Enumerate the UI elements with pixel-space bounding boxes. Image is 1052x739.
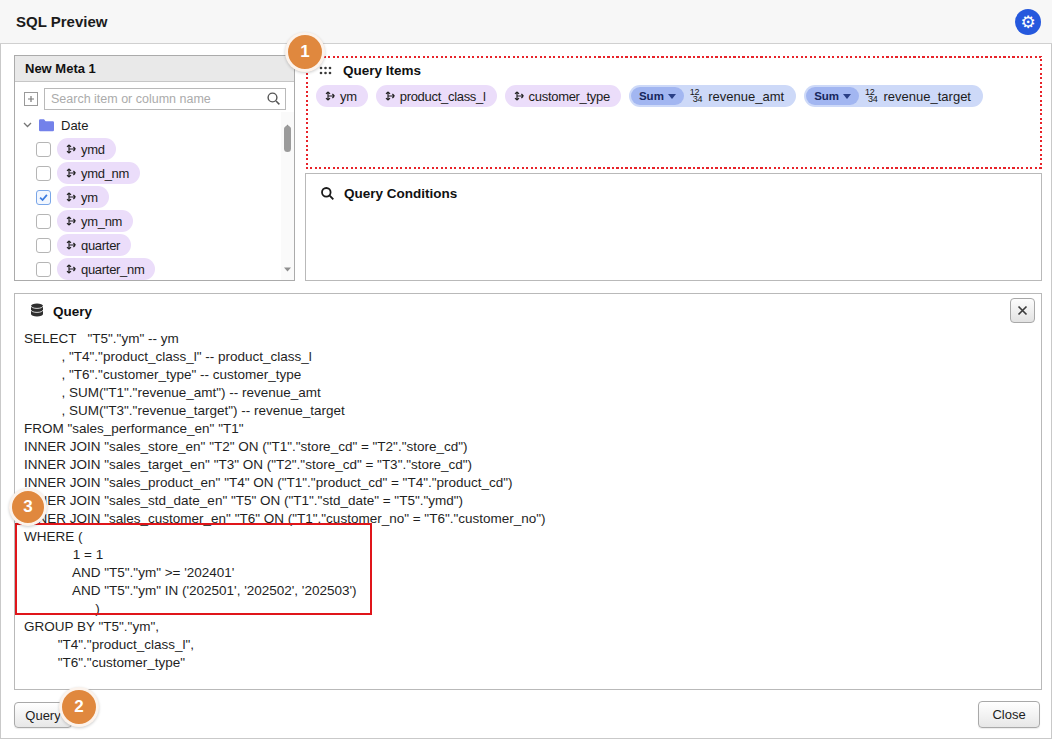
conditions-search-icon — [320, 186, 335, 201]
query-item-pill[interactable]: customer_type — [505, 85, 621, 107]
dimension-arrows-icon — [65, 263, 77, 275]
meta-panel-title: New Meta 1 — [15, 56, 294, 82]
sql-line: FROM "sales_performance_en" "T1" — [24, 420, 546, 438]
tree-item-ym_nm: ym_nm — [15, 209, 294, 233]
query-items-title: Query Items — [343, 63, 421, 78]
sql-line: "T6"."customer_type" — [24, 654, 546, 672]
step-1-badge: 1 — [285, 32, 325, 72]
sql-line: "T4"."product_class_l", — [24, 636, 546, 654]
field-pill[interactable]: ymd — [57, 138, 116, 160]
checkbox[interactable] — [36, 142, 51, 157]
sql-line: INNER JOIN "sales_target_en" "T3" ON ("T… — [24, 456, 546, 474]
query-conditions-panel: Query Conditions — [305, 173, 1042, 281]
checkbox[interactable] — [36, 190, 51, 205]
aggregation-dropdown[interactable]: Sum — [806, 87, 859, 105]
dimension-arrows-icon — [65, 143, 77, 155]
query-measure-pill[interactable]: Sum1234revenue_target — [804, 85, 983, 107]
dimension-arrows-icon — [65, 239, 77, 251]
field-pill[interactable]: ym_nm — [57, 210, 133, 232]
checkbox[interactable] — [36, 166, 51, 181]
sql-text: SELECT "T5"."ym" -- ym , "T4"."product_c… — [24, 330, 546, 672]
sql-line: , "T6"."customer_type" -- customer_type — [24, 366, 546, 384]
field-pill[interactable]: ymd_nm — [57, 162, 140, 184]
meta-tree: Date ymdymd_nmymym_nmquarterquarter_nm — [15, 113, 294, 281]
query-item-pill[interactable]: ym — [316, 85, 368, 107]
sql-line: , "T4"."product_class_l" -- product_clas… — [24, 348, 546, 366]
dialog-header: SQL Preview ⚙ — [0, 0, 1052, 44]
tree-item-quarter: quarter — [15, 233, 294, 257]
field-pill[interactable]: quarter_nm — [57, 258, 155, 280]
chevron-down-icon — [23, 122, 32, 128]
dimension-arrows-icon — [513, 90, 525, 102]
scroll-down-icon[interactable] — [284, 258, 291, 276]
dialog-title: SQL Preview — [16, 13, 107, 30]
sql-line: INNER JOIN "sales_store_en" "T2" ON ("T1… — [24, 438, 546, 456]
dimension-arrows-icon — [384, 90, 396, 102]
tree-item-ymd: ymd — [15, 137, 294, 161]
checkbox[interactable] — [36, 214, 51, 229]
sql-line: SELECT "T5"."ym" -- ym — [24, 330, 546, 348]
dimension-arrows-icon — [65, 215, 77, 227]
scrollbar-thumb[interactable] — [284, 126, 291, 152]
meta-panel: New Meta 1 Date ymdymd_nmymym_nmquarterq… — [14, 55, 295, 281]
expand-all-icon[interactable] — [23, 91, 39, 107]
where-clause-annotation-box — [15, 523, 372, 615]
tree-scrollbar[interactable] — [281, 112, 294, 280]
sql-line: , SUM("T1"."revenue_amt") -- revenue_amt — [24, 384, 546, 402]
sql-preview-dialog: SQL Preview ⚙ New Meta 1 Date ymdymd_nmy… — [0, 0, 1052, 739]
tree-folder-date[interactable]: Date — [15, 113, 294, 137]
field-pill[interactable]: quarter — [57, 234, 131, 256]
tree-folder-label: Date — [61, 118, 88, 133]
tree-item-ym: ym — [15, 185, 294, 209]
step-3-badge: 3 — [9, 488, 47, 526]
query-items-panel: Query Items ym product_class_l customer_ty… — [306, 56, 1042, 169]
step-2-badge: 2 — [59, 687, 99, 727]
tree-item-quarter_nm: quarter_nm — [15, 257, 294, 281]
settings-gear-icon[interactable]: ⚙ — [1015, 9, 1041, 35]
close-button[interactable]: Close — [978, 701, 1040, 728]
aggregation-dropdown[interactable]: Sum — [631, 87, 684, 105]
close-query-button[interactable] — [1010, 298, 1035, 323]
tree-item-ymd_nm: ymd_nm — [15, 161, 294, 185]
chevron-down-icon — [668, 94, 676, 99]
checkbox[interactable] — [36, 238, 51, 253]
sql-line: INNER JOIN "sales_product_en" "T4" ON ("… — [24, 474, 546, 492]
sql-line: GROUP BY "T5"."ym", — [24, 618, 546, 636]
drag-handle-icon[interactable] — [319, 66, 332, 75]
dimension-arrows-icon — [65, 191, 77, 203]
sql-line: INNER JOIN "sales_std_date_en" "T5" ON (… — [24, 492, 546, 510]
folder-icon — [38, 118, 55, 132]
query-measure-pill[interactable]: Sum1234revenue_amt — [629, 85, 796, 107]
check-icon — [38, 192, 49, 203]
database-icon — [30, 303, 44, 319]
checkbox[interactable] — [36, 262, 51, 277]
dimension-arrows-icon — [324, 90, 336, 102]
dimension-arrows-icon — [65, 167, 77, 179]
query-item-pill[interactable]: product_class_l — [376, 85, 497, 107]
query-panel: Query SELECT "T5"."ym" -- ym , "T4"."pro… — [14, 293, 1042, 690]
search-input[interactable] — [44, 88, 286, 110]
chevron-down-icon — [843, 94, 851, 99]
number-1234-icon: 1234 — [690, 89, 702, 104]
close-icon — [1017, 305, 1028, 316]
query-panel-title: Query — [53, 304, 92, 319]
number-1234-icon: 1234 — [865, 89, 877, 104]
query-conditions-title: Query Conditions — [344, 186, 457, 201]
field-pill[interactable]: ym — [57, 186, 109, 208]
sql-line: , SUM("T3"."revenue_target") -- revenue_… — [24, 402, 546, 420]
search-icon[interactable] — [266, 91, 281, 110]
